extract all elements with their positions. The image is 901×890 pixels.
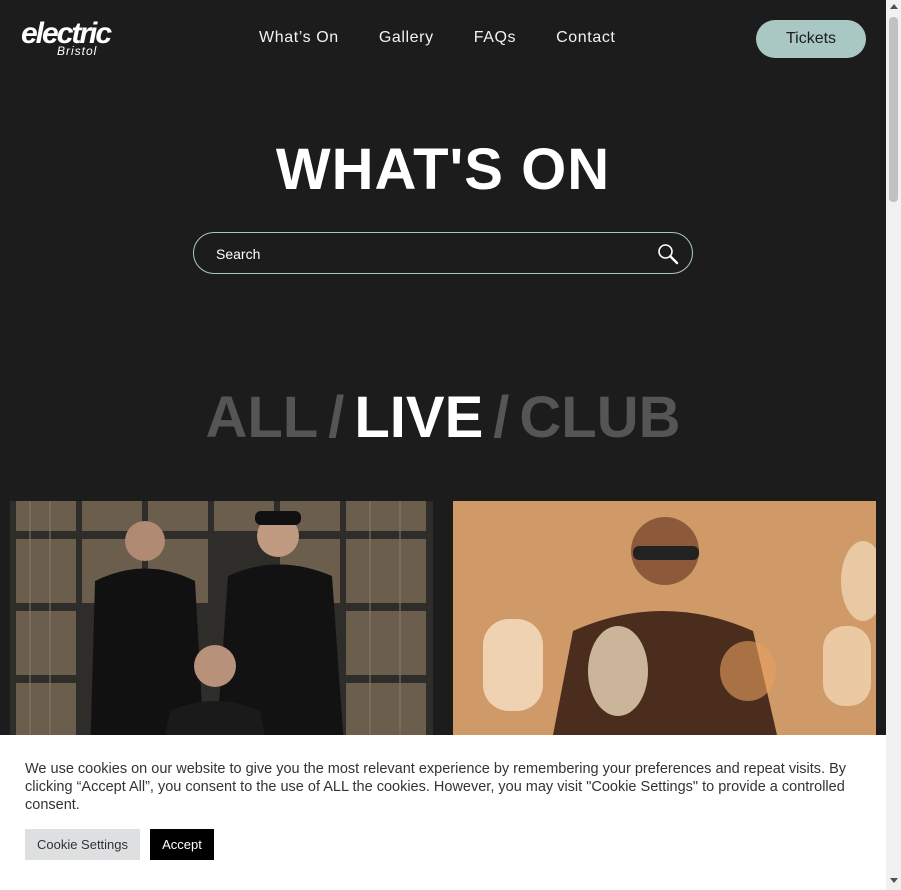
search-icon[interactable] <box>656 242 680 266</box>
filter-all[interactable]: ALL <box>205 385 318 450</box>
filter-club[interactable]: CLUB <box>519 385 680 450</box>
page: electric Bristol What’s On Gallery FAQs … <box>0 0 886 890</box>
vertical-scrollbar[interactable] <box>886 0 901 890</box>
main-nav: What’s On Gallery FAQs Contact <box>259 29 615 47</box>
scroll-up-arrow-icon[interactable] <box>890 4 898 9</box>
cookie-banner: We use cookies on our website to give yo… <box>0 735 886 890</box>
scroll-down-arrow-icon[interactable] <box>890 878 898 883</box>
nav-link-gallery[interactable]: Gallery <box>379 29 434 47</box>
filter-separator: / <box>493 385 510 450</box>
search-input[interactable] <box>214 241 638 267</box>
band-photo <box>10 501 433 761</box>
nav-link-whats-on[interactable]: What’s On <box>259 29 339 47</box>
cookie-settings-button[interactable]: Cookie Settings <box>25 829 140 860</box>
page-title: WHAT'S ON <box>275 137 611 202</box>
search-box <box>193 232 693 274</box>
artist-photo <box>453 501 876 761</box>
cookie-message: We use cookies on our website to give yo… <box>25 761 847 813</box>
category-filters: ALL / LIVE / CLUB <box>0 386 886 450</box>
nav-link-faqs[interactable]: FAQs <box>474 29 516 47</box>
event-card-image[interactable] <box>10 501 433 761</box>
nav-link-contact[interactable]: Contact <box>556 29 615 47</box>
filter-separator: / <box>328 385 345 450</box>
event-card-image[interactable] <box>453 501 876 761</box>
scrollbar-thumb[interactable] <box>889 17 898 202</box>
site-logo[interactable]: electric Bristol <box>21 18 141 59</box>
logo-subtitle: Bristol <box>57 44 98 58</box>
tickets-button[interactable]: Tickets <box>756 20 866 58</box>
filter-live[interactable]: LIVE <box>354 385 483 450</box>
cookie-accept-button[interactable]: Accept <box>150 829 214 860</box>
